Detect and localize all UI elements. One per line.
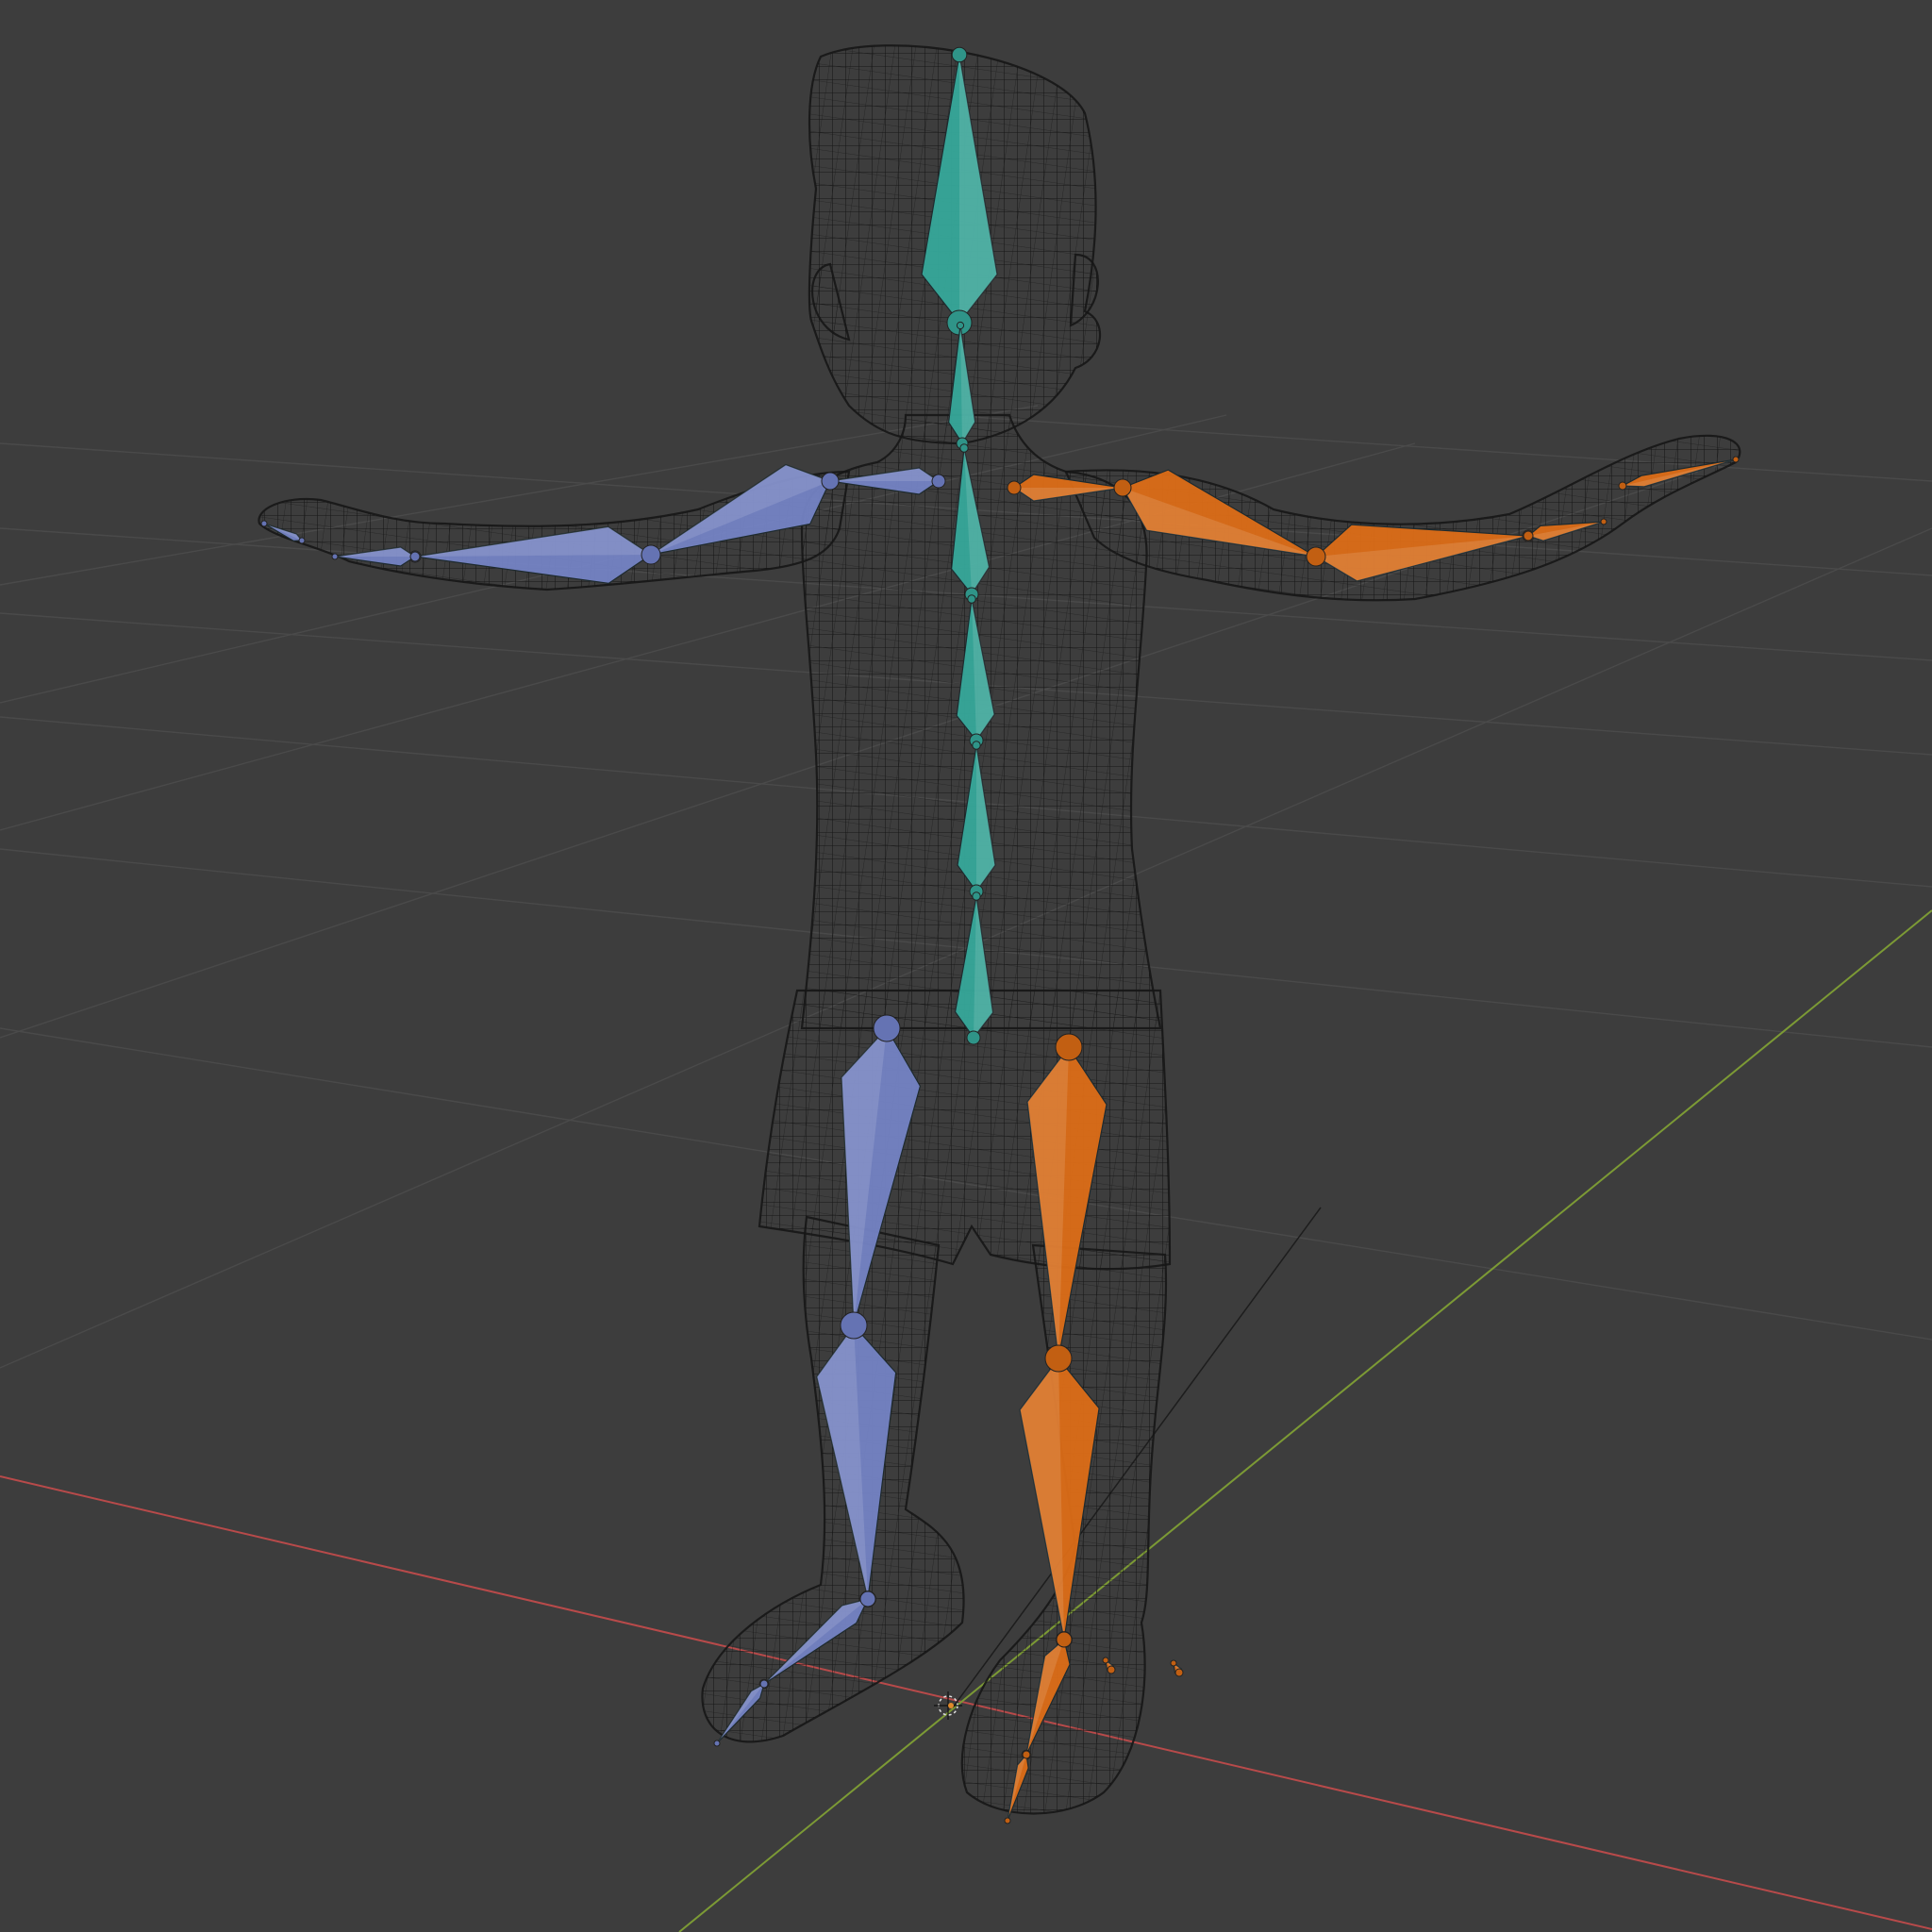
bone-right-upper-arm-head-joint — [1113, 478, 1132, 497]
bone-right-thigh-head-joint — [1055, 1033, 1083, 1061]
bone-head-tail-joint — [951, 46, 968, 63]
3d-viewport[interactable] — [0, 0, 1932, 1932]
bone-left-upper-arm-head-joint — [821, 472, 840, 491]
bone-chest-tail-joint — [959, 443, 969, 453]
bone-spine-upper-tail-joint — [967, 594, 976, 604]
bone-right-heel-ik-tail-joint — [1170, 1659, 1177, 1667]
bone-right-finger-head-joint — [1618, 481, 1627, 491]
bone-right-heel-tail-joint — [1102, 1657, 1109, 1664]
bone-right-hand-head-joint — [1523, 530, 1534, 541]
bone-left-forearm-head-joint — [641, 544, 661, 565]
bone-left-shin-head-joint — [840, 1311, 868, 1340]
bone-right-clavicle-head-joint — [1007, 480, 1022, 495]
bone-left-finger-head-joint — [298, 537, 306, 544]
bone-left-clavicle-head-joint — [931, 474, 946, 489]
bone-left-hand-tail-joint — [331, 553, 339, 560]
bone-left-thigh-head-joint — [873, 1014, 901, 1042]
bone-right-shin-head-joint — [1044, 1344, 1073, 1373]
bone-right-foot-head-joint — [1056, 1631, 1073, 1648]
character-wireframe-mesh[interactable] — [258, 44, 1741, 1815]
bone-right-toe-tail-joint — [1004, 1817, 1011, 1824]
bone-left-finger-tail-joint — [260, 520, 268, 527]
bone-right-heel-head-joint — [1107, 1665, 1116, 1674]
bone-right-hand-tail-joint — [1600, 518, 1607, 525]
mesh-part-overlay — [702, 1217, 964, 1742]
bone-left-toe-tail-joint — [713, 1740, 721, 1747]
bone-right-finger-tail-joint — [1732, 456, 1740, 463]
bone-spine-lower-tail-joint — [972, 891, 981, 901]
bone-spine-mid-tail-joint — [972, 741, 981, 750]
object-origin-dot — [948, 1703, 954, 1708]
bone-neck-tail-joint — [956, 321, 965, 330]
scene-canvas[interactable] — [0, 0, 1932, 1932]
bone-right-forearm-head-joint — [1306, 546, 1326, 567]
bone-left-toe-head-joint — [759, 1679, 769, 1689]
x-axis-line — [0, 1475, 1932, 1930]
bone-right-toe-head-joint — [1022, 1750, 1031, 1759]
bone-left-foot-head-joint — [859, 1591, 876, 1607]
bone-right-heel-ik-head-joint — [1174, 1668, 1184, 1677]
mesh-part-overlay — [1071, 255, 1098, 325]
bone-spine-lower-head-joint — [966, 1030, 981, 1045]
bone-left-hand-head-joint — [409, 551, 421, 562]
